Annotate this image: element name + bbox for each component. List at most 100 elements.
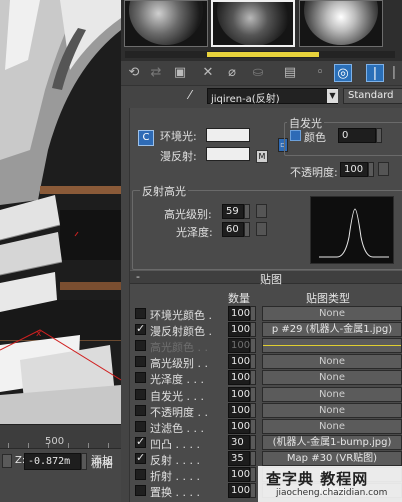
coord-mode-button[interactable] [2, 454, 12, 468]
map-amount-spinner[interactable] [250, 338, 256, 354]
map-slot-button[interactable]: None [262, 338, 402, 354]
put-to-library-icon[interactable]: ⛀ [249, 64, 267, 82]
map-enable-checkbox[interactable] [135, 388, 146, 400]
map-amount-spinner[interactable] [250, 322, 256, 338]
map-amount-spinner[interactable] [250, 354, 256, 370]
material-name-field[interactable]: jiqiren-a(反射) [207, 88, 338, 105]
map-amount-field[interactable]: 100 [228, 306, 250, 321]
sample-slot-1[interactable] [124, 0, 208, 47]
time-ruler[interactable]: 500 [0, 425, 121, 449]
put-to-scene-icon[interactable]: ⇄ [147, 64, 165, 82]
delete-icon[interactable]: ✕ [199, 64, 217, 82]
map-enable-checkbox[interactable] [135, 308, 146, 319]
map-amount-field[interactable]: 100 [228, 322, 250, 338]
opacity-map-button[interactable] [378, 162, 389, 176]
ambient-label: 环境光: [160, 130, 197, 143]
map-slot-button[interactable]: None [262, 386, 402, 402]
map-slot-button[interactable]: Map #30 (VR贴图) [262, 450, 402, 466]
self-illum-color-checkbox[interactable] [290, 130, 301, 141]
map-amount-spinner[interactable] [250, 386, 256, 402]
specular-level-field[interactable]: 59 [222, 204, 244, 219]
diffuse-map-button[interactable]: M [256, 150, 268, 163]
map-amount-spinner[interactable] [250, 483, 256, 499]
map-amount-field[interactable]: 100 [228, 402, 250, 418]
map-enable-checkbox[interactable] [135, 435, 146, 448]
glossiness-spinner[interactable] [244, 222, 250, 237]
opacity-spinner[interactable] [368, 162, 374, 177]
color-lock-button[interactable]: C [138, 130, 154, 146]
map-enable-checkbox[interactable] [135, 372, 146, 384]
map-enable-checkbox[interactable] [135, 356, 146, 368]
map-enable-checkbox[interactable] [135, 469, 146, 480]
map-enable-checkbox[interactable] [135, 451, 146, 464]
map-amount-spinner[interactable] [250, 434, 256, 450]
map-amount-field[interactable]: 100 [228, 354, 250, 370]
map-amount-field[interactable]: 35 [228, 450, 250, 466]
get-material-icon[interactable]: ⟲ [125, 64, 143, 82]
slot-scrollbar[interactable] [125, 51, 395, 58]
make-unique-icon[interactable]: ⌀ [223, 64, 241, 82]
map-slot-button[interactable]: None [262, 370, 402, 386]
self-illum-spinner[interactable] [376, 128, 382, 143]
glossiness-field[interactable]: 60 [222, 222, 244, 237]
map-amount-field[interactable]: 100 [228, 338, 250, 354]
map-amount-spinner[interactable] [250, 450, 256, 466]
map-amount-field[interactable]: 100 [228, 386, 250, 402]
map-amount-field[interactable]: 100 [228, 370, 250, 386]
add-time-tag-label[interactable]: 添加 [91, 452, 113, 468]
viewport[interactable]: x [0, 0, 121, 424]
map-enable-checkbox[interactable] [135, 322, 146, 336]
opacity-label: 不透明度: [290, 166, 338, 179]
map-slot-button[interactable]: None [262, 354, 402, 370]
z-coordinate-field[interactable]: -0.872m [24, 453, 81, 470]
go-to-parent-icon[interactable]: ❘ [366, 64, 384, 82]
specular-level-spinner[interactable] [244, 204, 250, 219]
z-spinner[interactable] [81, 453, 87, 470]
go-forward-sibling-icon[interactable]: ❘ [385, 64, 402, 82]
show-end-result-icon[interactable]: ◎ [334, 64, 352, 82]
map-slot-button[interactable]: p #29 (机器人-金属1.jpg) [262, 322, 402, 338]
map-amount-field[interactable]: 100 [228, 483, 250, 499]
map-amount-spinner[interactable] [250, 467, 256, 482]
map-enable-checkbox[interactable] [135, 485, 146, 497]
map-channel-label: 高光级别 . . [150, 357, 208, 371]
collapse-icon[interactable]: - [136, 270, 140, 283]
map-slot-button[interactable]: None [262, 306, 402, 321]
sample-slot-2-selected[interactable] [211, 0, 295, 47]
map-amount-spinner[interactable] [250, 418, 256, 434]
specular-level-map-button[interactable] [256, 204, 267, 218]
self-illum-amount-field[interactable]: 0 [338, 128, 376, 143]
show-map-icon[interactable]: ◦ [311, 64, 329, 82]
specular-level-label: 高光级别: [164, 208, 212, 221]
svg-text:x: x [36, 329, 42, 339]
scrollbar-thumb[interactable] [207, 52, 319, 57]
map-amount-spinner[interactable] [250, 370, 256, 386]
sample-slot-3[interactable] [299, 0, 383, 47]
ambient-color-swatch[interactable] [206, 128, 250, 142]
watermark-url: jiaocheng.chazidian.com [276, 488, 388, 498]
maps-rollout-header[interactable]: - 贴图 [130, 270, 402, 286]
map-enable-checkbox[interactable] [135, 420, 146, 432]
opacity-field[interactable]: 100 [340, 162, 368, 177]
map-amount-field[interactable]: 100 [228, 418, 250, 434]
maps-title: 贴图 [260, 273, 282, 286]
map-slot-button[interactable]: None [262, 402, 402, 418]
map-enable-checkbox[interactable] [135, 340, 146, 352]
map-amount-spinner[interactable] [250, 306, 256, 321]
glossiness-map-button[interactable] [256, 222, 267, 236]
material-type-button[interactable]: Standard [343, 88, 402, 104]
map-enable-checkbox[interactable] [135, 404, 146, 416]
pick-material-icon[interactable]: ⁄ [189, 88, 191, 102]
chevron-down-icon[interactable]: ▼ [327, 89, 338, 103]
material-id-icon[interactable]: ▤ [281, 64, 299, 82]
map-channel-label: 自发光 . . . [150, 389, 204, 403]
map-row: 高光级别 . . 100 None [130, 354, 402, 370]
map-row: 过滤色 . . . 100 None [130, 418, 402, 435]
map-slot-button[interactable]: None [262, 418, 402, 434]
map-slot-button[interactable]: (机器人-金属1-bump.jpg) [262, 434, 402, 450]
diffuse-color-swatch[interactable] [206, 147, 250, 161]
map-amount-field[interactable]: 100 [228, 467, 250, 482]
map-amount-spinner[interactable] [250, 402, 256, 418]
assign-material-icon[interactable]: ▣ [171, 64, 189, 82]
map-amount-field[interactable]: 30 [228, 434, 250, 450]
